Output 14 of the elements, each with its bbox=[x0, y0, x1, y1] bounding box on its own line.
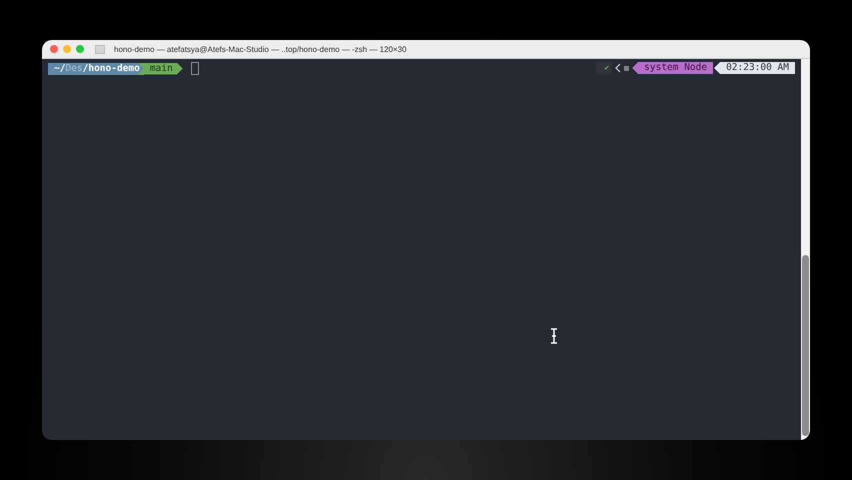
close-button[interactable] bbox=[50, 45, 58, 53]
minimize-button[interactable] bbox=[63, 45, 71, 53]
window-title: hono-demo — atefatsya@Atefs-Mac-Studio — ..top/hono-demo — -zsh — 120×30 bbox=[114, 44, 406, 54]
prompt-path: ~/Des/hono-demo bbox=[48, 62, 144, 74]
chevron-icon bbox=[615, 63, 622, 73]
zoom-button[interactable] bbox=[76, 45, 84, 53]
text-cursor bbox=[190, 62, 199, 75]
clock-time: 02:23:00 AM bbox=[714, 62, 795, 74]
square-icon bbox=[624, 66, 630, 70]
document-icon bbox=[95, 44, 105, 54]
scrollbar[interactable] bbox=[801, 59, 810, 440]
i-beam-cursor-icon bbox=[550, 328, 558, 344]
node-version: system Node bbox=[632, 62, 714, 74]
status-check: ✔ bbox=[596, 62, 612, 74]
